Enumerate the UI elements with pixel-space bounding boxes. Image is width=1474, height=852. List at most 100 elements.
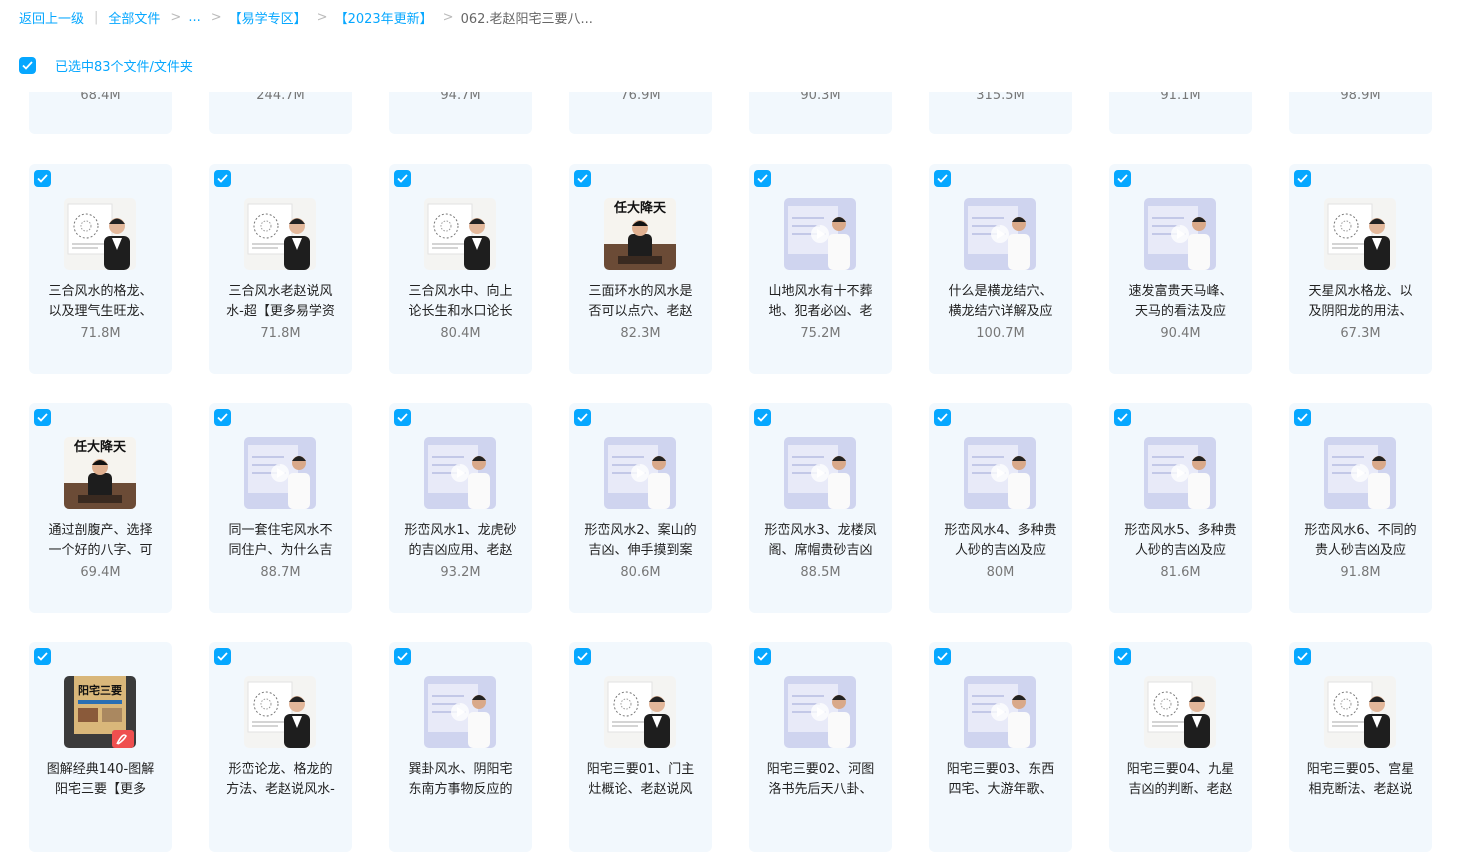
file-checkbox[interactable] <box>394 648 411 665</box>
file-thumbnail: 阳宅三要 <box>64 676 136 748</box>
file-checkbox[interactable] <box>574 409 591 426</box>
file-name: 阳宅三要05、宫星 相克断法、老赵说 <box>1295 760 1426 800</box>
file-thumbnail: 任大降天 <box>64 437 136 509</box>
file-tile[interactable]: 形峦风水4、多种贵 人砂的吉凶及应 80M <box>929 403 1072 613</box>
file-tile[interactable]: 形峦风水1、龙虎砂 的吉凶应用、老赵 93.2M <box>389 403 532 613</box>
file-name: 形峦风水5、多种贵 人砂的吉凶及应 <box>1115 521 1246 561</box>
file-checkbox[interactable] <box>1294 648 1311 665</box>
file-tile[interactable]: 三合风水老赵说风 水-超【更多易学资 71.8M <box>209 164 352 374</box>
file-checkbox[interactable] <box>1114 170 1131 187</box>
file-name-line2: 论长生和水口论长 <box>408 304 513 319</box>
file-name: 天星风水格龙、以 及阴阳龙的用法、 <box>1295 282 1426 322</box>
file-name-line1: 速发富贵天马峰、 <box>1128 284 1233 299</box>
file-name-line1: 通过剖腹产、选择 <box>48 523 153 538</box>
svg-text:任大降天: 任大降天 <box>73 439 127 455</box>
file-checkbox[interactable] <box>214 170 231 187</box>
file-tile[interactable]: 任大降天 通过剖腹产、选择 一个好的八字、可 69.4M <box>29 403 172 613</box>
file-tile[interactable]: 天星风水格龙、以 及阴阳龙的用法、 67.3M <box>1289 164 1432 374</box>
file-thumbnail <box>964 198 1036 270</box>
svg-text:任大降天: 任大降天 <box>613 200 667 216</box>
check-icon <box>937 413 948 422</box>
file-checkbox[interactable] <box>754 170 771 187</box>
file-tile[interactable]: 巽卦风水、阴阳宅 东南方事物反应的 <box>389 642 532 852</box>
file-name-line2: 一个好的八字、可 <box>48 543 153 558</box>
file-checkbox[interactable] <box>1294 170 1311 187</box>
file-name-line2: 横龙结穴详解及应 <box>948 304 1053 319</box>
breadcrumb-all-files[interactable]: 全部文件 <box>108 8 160 27</box>
file-name-line2: 同住户、为什么吉 <box>228 543 333 558</box>
file-name-line2: 吉凶、伸手摸到案 <box>588 543 693 558</box>
file-tile[interactable]: 什么是横龙结穴、 横龙结穴详解及应 100.7M <box>929 164 1072 374</box>
file-tile[interactable]: 形峦论龙、格龙的 方法、老赵说风水- <box>209 642 352 852</box>
file-tile[interactable]: 三合风水中、向上 论长生和水口论长 80.4M <box>389 164 532 374</box>
file-tile[interactable]: 形峦风水6、不同的 贵人砂吉凶及应 91.8M <box>1289 403 1432 613</box>
file-size: 82.3M <box>620 326 661 341</box>
file-checkbox[interactable] <box>214 409 231 426</box>
file-checkbox[interactable] <box>934 409 951 426</box>
file-checkbox[interactable] <box>934 170 951 187</box>
file-checkbox[interactable] <box>754 409 771 426</box>
file-tile[interactable]: 阳宅三要 图解经典140-图解 阳宅三要【更多 <box>29 642 172 852</box>
select-all-checkbox[interactable] <box>19 56 36 74</box>
breadcrumb-folder-2023[interactable]: 【2023年更新】 <box>335 8 433 27</box>
file-checkbox[interactable] <box>1114 648 1131 665</box>
breadcrumb-folder-yixue[interactable]: 【易学专区】 <box>229 8 307 27</box>
file-checkbox[interactable] <box>574 648 591 665</box>
file-thumbnail <box>964 437 1036 509</box>
file-tile[interactable]: 阳宅三要03、东西 四宅、大游年歌、 <box>929 642 1072 852</box>
file-name-line2: 人砂的吉凶及应 <box>954 543 1046 558</box>
file-checkbox[interactable] <box>934 648 951 665</box>
file-size: 71.8M <box>80 326 121 341</box>
file-checkbox[interactable] <box>1114 409 1131 426</box>
file-tile[interactable]: 形峦风水2、案山的 吉凶、伸手摸到案 80.6M <box>569 403 712 613</box>
check-icon <box>22 60 33 70</box>
file-name: 速发富贵天马峰、 天马的看法及应 <box>1115 282 1246 322</box>
file-size: 71.8M <box>260 326 301 341</box>
file-size: 67.3M <box>1340 326 1381 341</box>
check-icon <box>217 413 228 422</box>
file-checkbox[interactable] <box>34 170 51 187</box>
check-icon <box>1297 413 1308 422</box>
file-name: 形峦风水2、案山的 吉凶、伸手摸到案 <box>575 521 706 561</box>
breadcrumb-ellipsis[interactable]: ... <box>188 10 200 25</box>
chevron-right-icon: > <box>170 9 182 25</box>
file-checkbox[interactable] <box>34 648 51 665</box>
file-tile[interactable]: 阳宅三要04、九星 吉凶的判断、老赵 <box>1109 642 1252 852</box>
check-icon <box>37 413 48 422</box>
file-checkbox[interactable] <box>394 409 411 426</box>
check-icon <box>1297 174 1308 183</box>
file-name-line1: 山地风水有十不葬 <box>768 284 873 299</box>
file-thumbnail <box>604 437 676 509</box>
file-tile[interactable]: 三合风水的格龙、 以及理气生旺龙、 71.8M <box>29 164 172 374</box>
file-name-line1: 三合风水老赵说风 <box>228 284 333 299</box>
check-icon <box>37 174 48 183</box>
file-size: 90.4M <box>1160 326 1201 341</box>
file-size: 81.6M <box>1160 565 1201 580</box>
file-tile[interactable]: 任大降天 三面环水的风水是 否可以点穴、老赵 82.3M <box>569 164 712 374</box>
file-thumbnail <box>1144 437 1216 509</box>
file-checkbox[interactable] <box>754 648 771 665</box>
file-name: 什么是横龙结穴、 横龙结穴详解及应 <box>935 282 1066 322</box>
check-icon <box>577 652 588 661</box>
file-tile[interactable]: 形峦风水5、多种贵 人砂的吉凶及应 81.6M <box>1109 403 1252 613</box>
file-name: 三合风水老赵说风 水-超【更多易学资 <box>215 282 346 322</box>
file-tile[interactable]: 阳宅三要01、门主 灶概论、老赵说风 <box>569 642 712 852</box>
file-checkbox[interactable] <box>574 170 591 187</box>
file-name-line1: 巽卦风水、阴阳宅 <box>408 762 513 777</box>
file-thumbnail <box>244 198 316 270</box>
file-checkbox[interactable] <box>1294 409 1311 426</box>
file-tile[interactable]: 阳宅三要05、宫星 相克断法、老赵说 <box>1289 642 1432 852</box>
file-tile[interactable]: 同一套住宅风水不 同住户、为什么吉 88.7M <box>209 403 352 613</box>
file-tile[interactable]: 形峦风水3、龙楼凤 阁、席帽贵砂吉凶 88.5M <box>749 403 892 613</box>
file-tile[interactable]: 山地风水有十不葬 地、犯者必凶、老 75.2M <box>749 164 892 374</box>
file-name-line2: 四宅、大游年歌、 <box>948 782 1053 797</box>
file-tile[interactable]: 阳宅三要02、河图 洛书先后天八卦、 <box>749 642 892 852</box>
file-checkbox[interactable] <box>394 170 411 187</box>
file-size: 91.8M <box>1340 565 1381 580</box>
file-thumbnail <box>1144 676 1216 748</box>
back-link[interactable]: 返回上一级 <box>19 8 84 27</box>
file-checkbox[interactable] <box>34 409 51 426</box>
file-tile[interactable]: 速发富贵天马峰、 天马的看法及应 90.4M <box>1109 164 1252 374</box>
file-checkbox[interactable] <box>214 648 231 665</box>
file-name: 形峦论龙、格龙的 方法、老赵说风水- <box>215 760 346 800</box>
